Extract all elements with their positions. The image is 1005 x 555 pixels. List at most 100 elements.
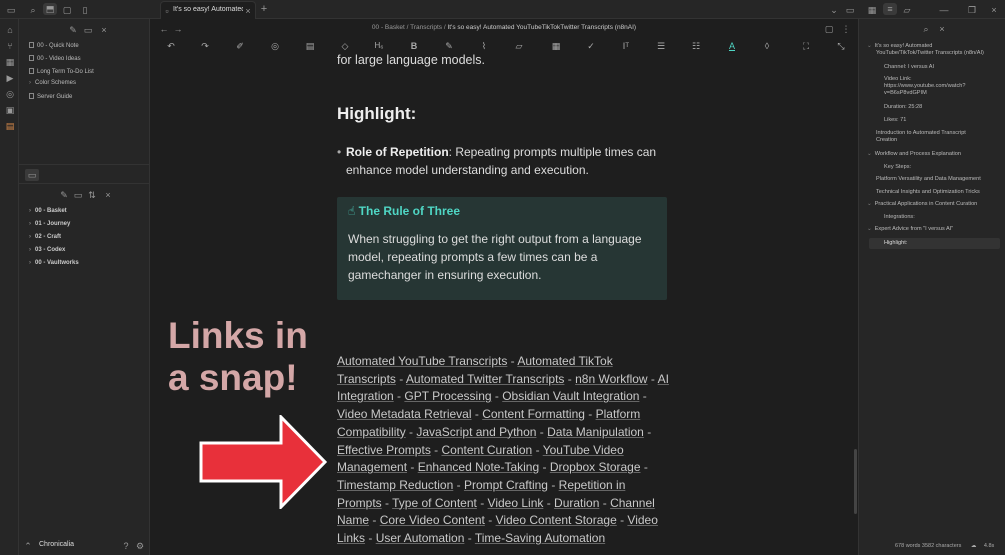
internal-link[interactable]: Obsidian Vault Integration xyxy=(502,389,639,403)
internal-link[interactable]: Duration xyxy=(554,496,599,510)
target-icon[interactable]: ◎ xyxy=(269,41,281,52)
check-icon[interactable]: ✓ xyxy=(585,41,597,52)
breadcrumb-item[interactable]: Transcripts xyxy=(410,24,442,31)
table-icon[interactable]: ▦ xyxy=(550,41,562,52)
undo-icon[interactable]: ↶ xyxy=(165,41,177,52)
help-icon[interactable]: ? xyxy=(119,540,133,552)
folder-item[interactable]: › 02 - Craft xyxy=(29,234,61,240)
outline-item[interactable]: Video Link: xyxy=(884,76,912,83)
note-icon[interactable]: ▤ xyxy=(304,41,316,52)
bookmark-icon[interactable]: ⬒ xyxy=(43,3,57,15)
internal-link[interactable]: GPT Processing xyxy=(404,389,491,403)
outline-item-text[interactable]: YouTube/TikTok/Twitter Transcripts (n8n/… xyxy=(876,50,984,57)
terminal-icon[interactable]: ▣ xyxy=(3,104,17,116)
tab-current-note[interactable]: ▫ It's so easy! Automated... × xyxy=(160,1,256,19)
internal-link[interactable]: Video Link xyxy=(488,496,544,510)
search-icon[interactable]: ⌕ xyxy=(26,4,40,16)
bold-icon[interactable]: B xyxy=(408,41,420,51)
window-close-icon[interactable]: × xyxy=(987,4,1001,16)
outline-item[interactable]: Integrations: xyxy=(884,214,915,221)
graph-icon[interactable]: ⑂ xyxy=(3,40,17,52)
outline-item-text[interactable]: v=B6sP8vdGPIM xyxy=(884,90,927,97)
internal-link[interactable]: Enhanced Note-Taking xyxy=(418,460,539,474)
file-item[interactable]: 00 - Quick Note xyxy=(29,42,79,49)
list-icon[interactable]: ☰ xyxy=(655,41,667,52)
outline-item[interactable]: Key Steps: xyxy=(884,164,911,171)
new-tab-icon[interactable]: + xyxy=(257,3,271,15)
outline-item[interactable]: Duration: 25:28 xyxy=(884,104,922,111)
close-icon[interactable]: × xyxy=(97,24,111,36)
internal-link[interactable]: Content Curation xyxy=(442,443,533,457)
new-folder-icon[interactable]: ▭ xyxy=(81,24,95,36)
scrollbar[interactable] xyxy=(854,449,857,514)
outline-item-active[interactable]: Highlight: xyxy=(884,240,907,247)
play-icon[interactable]: ▶ xyxy=(3,72,17,84)
edit-icon[interactable]: ✎ xyxy=(443,41,455,52)
outline-item[interactable]: Likes: 71 xyxy=(884,117,906,124)
new-note-icon[interactable]: ✎ xyxy=(66,24,80,36)
file-item[interactable]: Long Term To-Do List xyxy=(29,68,94,75)
outline-item[interactable]: Introduction to Automated Transcript xyxy=(876,130,966,137)
internal-link[interactable]: Effective Prompts xyxy=(337,443,431,457)
more-options-icon[interactable]: ⋮ xyxy=(839,23,853,35)
file-item[interactable]: 00 - Video Ideas xyxy=(29,55,81,62)
redo-icon[interactable]: ↷ xyxy=(199,41,211,52)
new-folder-icon[interactable]: ▭ xyxy=(71,189,85,201)
text-size-icon[interactable]: Iᵀ xyxy=(620,41,632,51)
internal-link[interactable]: Video Content Storage xyxy=(496,513,617,527)
internal-link[interactable]: Timestamp Reduction xyxy=(337,478,453,492)
outline-item[interactable]: Technical Insights and Optimization Tric… xyxy=(876,189,980,196)
outline-item[interactable]: ⌄ It's so easy! Automated xyxy=(867,43,932,50)
outline-item[interactable]: ⌄ Expert Advice from "I versus AI" xyxy=(867,226,953,233)
collapse-icon[interactable]: ⤡ xyxy=(835,41,847,52)
comment-icon[interactable]: ▱ xyxy=(513,41,525,52)
numbered-list-icon[interactable]: ☷ xyxy=(690,41,702,52)
internal-link[interactable]: Time-Saving Automation xyxy=(475,531,605,545)
format-icon[interactable]: ✐ xyxy=(234,41,246,52)
internal-link[interactable]: Data Manipulation xyxy=(547,425,644,439)
folder-item[interactable]: › 00 - Vaultworks xyxy=(29,260,79,266)
vault-switch-icon[interactable]: ⌃ xyxy=(21,540,35,552)
reading-view-icon[interactable]: ▢ xyxy=(822,23,836,35)
folder-item[interactable]: › 03 - Codex xyxy=(29,247,65,253)
outline-item-text[interactable]: Creation xyxy=(876,137,897,144)
new-note-icon[interactable]: ✎ xyxy=(57,189,71,201)
file-item[interactable]: Server Guide xyxy=(29,93,72,100)
outline-item[interactable]: ⌄ Practical Applications in Content Curat… xyxy=(867,201,977,208)
folder-icon[interactable]: ▢ xyxy=(60,4,74,16)
text-color-icon[interactable]: A xyxy=(726,41,738,51)
internal-link[interactable]: n8n Workflow xyxy=(575,372,647,386)
file-item[interactable]: › Color Schemes xyxy=(29,80,76,86)
home-icon[interactable]: ⌂ xyxy=(3,24,17,36)
folder-item[interactable]: › 01 - Journey xyxy=(29,221,70,227)
internal-link[interactable]: Automated YouTube Transcripts xyxy=(337,354,507,368)
right-sidebar-toggle-icon[interactable]: ▭ xyxy=(843,4,857,16)
outline-item[interactable]: ⌄ Workflow and Process Explanation xyxy=(867,151,961,158)
outline-icon[interactable]: ≡ xyxy=(883,3,897,15)
calendar-icon[interactable]: ▦ xyxy=(865,4,879,16)
internal-link[interactable]: Automated Twitter Transcripts xyxy=(406,372,565,386)
canvas-icon[interactable]: ▦ xyxy=(3,56,17,68)
heading-icon[interactable]: H₆ xyxy=(373,41,385,50)
breadcrumb-current[interactable]: It's so easy! Automated YouTubeTikTokTwi… xyxy=(447,24,636,31)
fullscreen-icon[interactable]: ⛶ xyxy=(800,41,812,52)
file-icon[interactable]: ▯ xyxy=(78,4,92,16)
sort-icon[interactable]: ⇅ xyxy=(85,189,99,201)
internal-link[interactable]: Prompt Crafting xyxy=(464,478,548,492)
sync-icon[interactable]: ☁ xyxy=(971,543,977,549)
collapse-icon[interactable]: × xyxy=(101,189,115,201)
internal-link[interactable]: Video Metadata Retrieval xyxy=(337,407,472,421)
internal-link[interactable]: User Automation xyxy=(376,531,465,545)
internal-link[interactable]: Dropbox Storage xyxy=(550,460,641,474)
eraser-icon[interactable]: ◇ xyxy=(339,41,351,52)
gear-icon[interactable]: ⚙ xyxy=(133,540,147,552)
settings-circle-icon[interactable]: ◎ xyxy=(3,88,17,100)
highlighter-icon[interactable]: ◊ xyxy=(761,41,773,51)
minimize-icon[interactable]: — xyxy=(937,4,951,16)
vault-name[interactable]: Chronicalia xyxy=(39,541,74,548)
internal-link[interactable]: JavaScript and Python xyxy=(416,425,536,439)
calendar-icon[interactable]: ▤ xyxy=(3,120,17,132)
internal-link[interactable]: Content Formatting xyxy=(482,407,585,421)
internal-link[interactable]: Core Video Content xyxy=(380,513,485,527)
close-icon[interactable]: × xyxy=(243,5,253,17)
